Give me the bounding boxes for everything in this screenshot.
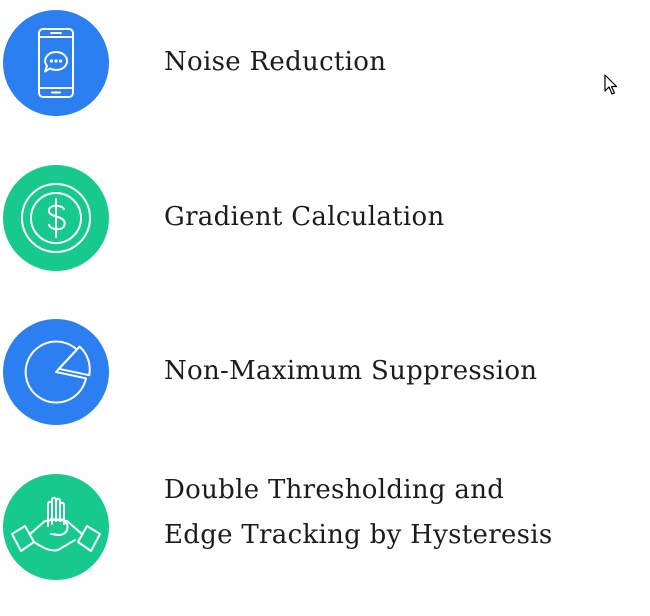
step-label-line-2: Edge Tracking by Hysteresis — [164, 520, 553, 550]
step-label-line-1: Double Thresholding and — [164, 475, 505, 505]
step-label: Gradient Calculation — [164, 195, 445, 240]
step-label: Noise Reduction — [164, 40, 386, 85]
mouse-pointer-icon — [604, 74, 618, 95]
step-label: Double Thresholding and Edge Tracking by… — [164, 468, 553, 558]
step-label-text: Gradient Calculation — [164, 202, 445, 232]
step-label: Non-Maximum Suppression — [164, 349, 537, 394]
handshake-hands-icon — [3, 474, 109, 580]
step-label-text: Noise Reduction — [164, 47, 387, 77]
smartphone-chat-icon — [3, 10, 109, 116]
dollar-coin-icon — [3, 165, 109, 271]
pie-chart-icon — [3, 319, 109, 425]
step-label-text: Non-Maximum Suppression — [164, 356, 538, 386]
